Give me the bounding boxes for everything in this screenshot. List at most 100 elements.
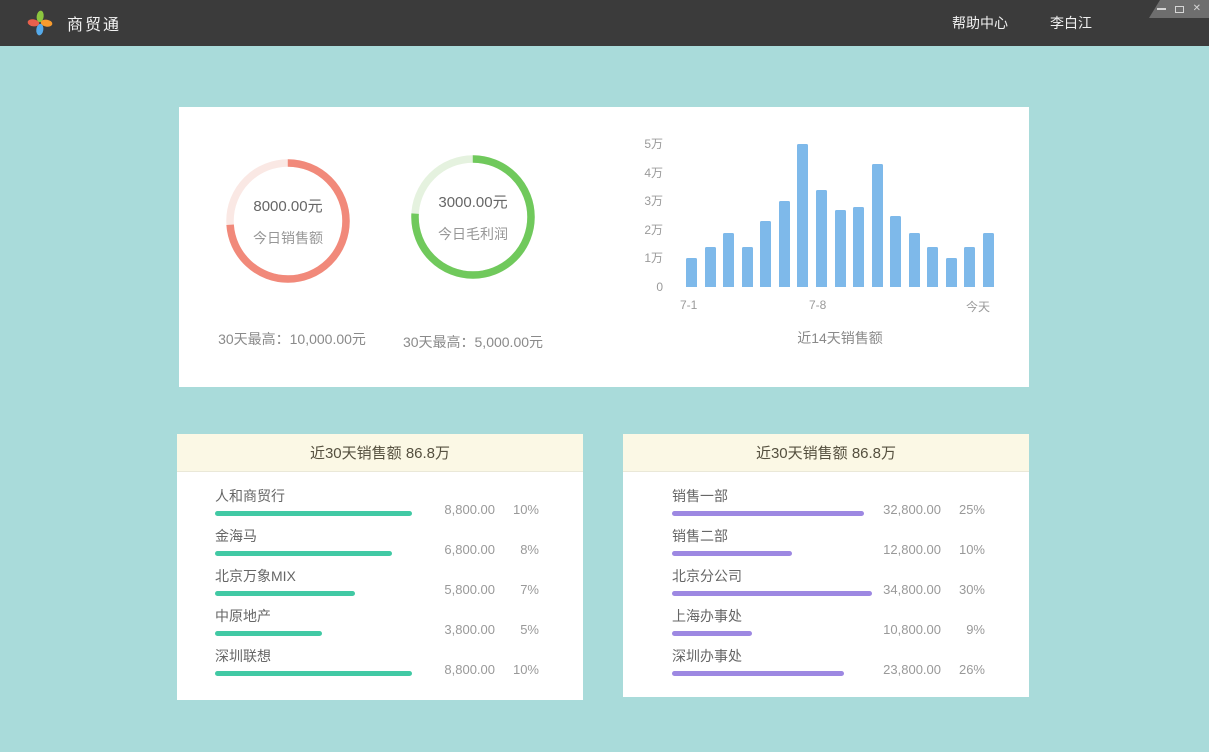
ranking-row-bar bbox=[215, 671, 412, 676]
ranking-row-name: 销售一部 bbox=[672, 488, 864, 504]
customer-ranking-rows: 人和商贸行8,800.0010%金海马6,800.008%北京万象MIX5,80… bbox=[177, 472, 583, 676]
daily-sales-bar bbox=[779, 201, 790, 287]
x-axis-label-today: 今天 bbox=[966, 298, 990, 315]
ranking-row-name: 北京分公司 bbox=[672, 568, 872, 584]
ranking-row-bar bbox=[672, 631, 752, 636]
ranking-row-amount: 10,800.00 bbox=[883, 622, 941, 637]
maximize-icon[interactable] bbox=[1175, 6, 1184, 13]
customer-ranking-title: 近30天销售额 86.8万 bbox=[177, 434, 583, 472]
app-logo-pinwheel-icon bbox=[27, 10, 53, 36]
daily-sales-bar bbox=[964, 247, 975, 287]
bar-chart-title: 近14天销售额 bbox=[686, 328, 994, 348]
ranking-row-percent: 7% bbox=[505, 582, 539, 597]
ranking-row-name: 深圳办事处 bbox=[672, 648, 844, 664]
daily-sales-bar bbox=[797, 144, 808, 287]
overview-card: 8000.00元 今日销售额 30天最高：10,000.00元 3000.00元… bbox=[179, 107, 1029, 387]
ranking-row-name: 深圳联想 bbox=[215, 648, 412, 664]
department-ranking-title: 近30天销售额 86.8万 bbox=[623, 434, 1029, 472]
daily-sales-bar bbox=[705, 247, 716, 287]
ranking-row-percent: 9% bbox=[951, 622, 985, 637]
ranking-row-percent: 30% bbox=[951, 582, 985, 597]
today-sales-value: 8000.00元 bbox=[253, 195, 322, 216]
ranking-row-amount: 34,800.00 bbox=[883, 582, 941, 597]
ranking-row-amount: 12,800.00 bbox=[883, 542, 941, 557]
ranking-row-bar bbox=[672, 551, 792, 556]
ranking-row: 深圳办事处 23,800.00 26% bbox=[672, 648, 985, 676]
today-profit-donut: 3000.00元 今日毛利润 bbox=[410, 154, 536, 280]
daily-sales-bar bbox=[909, 233, 920, 287]
ranking-row-name: 中原地产 bbox=[215, 608, 322, 624]
ranking-row-percent: 10% bbox=[951, 542, 985, 557]
titlebar-menu: 帮助中心 李白江 bbox=[952, 13, 1092, 33]
today-profit-label: 今日毛利润 bbox=[438, 224, 508, 244]
ranking-row-amount: 32,800.00 bbox=[883, 502, 941, 517]
ranking-row-name: 北京万象MIX bbox=[215, 568, 355, 584]
ranking-row-bar bbox=[215, 551, 392, 556]
daily-sales-bar bbox=[723, 233, 734, 287]
department-ranking-card: 近30天销售额 86.8万 销售一部 32,800.00 25% 销售二部 12,800… bbox=[623, 434, 1029, 697]
ranking-row-bar bbox=[672, 671, 844, 676]
y-axis-tick: 5万 bbox=[644, 137, 663, 151]
ranking-row-amount: 3,800.00 bbox=[444, 622, 495, 637]
daily-sales-bar bbox=[686, 258, 697, 287]
app-title: 商贸通 bbox=[67, 11, 121, 35]
customer-ranking-card: 近30天销售额 86.8万 人和商贸行 8,800.00 10% 金海马 6,800.0… bbox=[177, 434, 583, 700]
today-sales-donut: 8000.00元 今日销售额 bbox=[225, 158, 351, 284]
ranking-row-name: 销售二部 bbox=[672, 528, 792, 544]
y-axis-tick: 1万 bbox=[644, 251, 663, 265]
ranking-row: 中原地产 3,800.00 5% bbox=[215, 608, 539, 636]
daily-sales-bar bbox=[835, 210, 846, 287]
daily-sales-bar bbox=[816, 190, 827, 287]
ranking-row-amount: 8,800.00 bbox=[444, 662, 495, 677]
close-icon[interactable]: ✕ bbox=[1193, 4, 1201, 14]
ranking-row: 销售二部 12,800.00 10% bbox=[672, 528, 985, 556]
ranking-row: 北京万象MIX 5,800.00 7% bbox=[215, 568, 539, 596]
help-center-link[interactable]: 帮助中心 bbox=[952, 13, 1008, 33]
daily-sales-bar bbox=[853, 207, 864, 287]
titlebar: 商贸通 帮助中心 李白江 ✕ bbox=[0, 0, 1209, 46]
ranking-row: 深圳联想 8,800.00 10% bbox=[215, 648, 539, 676]
ranking-row-bar bbox=[215, 511, 412, 516]
ranking-row-amount: 8,800.00 bbox=[444, 502, 495, 517]
daily-sales-bar bbox=[872, 164, 883, 287]
ranking-row-name: 上海办事处 bbox=[672, 608, 752, 624]
ranking-row-percent: 5% bbox=[505, 622, 539, 637]
ranking-row-bar bbox=[672, 591, 872, 596]
ranking-row-amount: 6,800.00 bbox=[444, 542, 495, 557]
y-axis-tick: 4万 bbox=[644, 166, 663, 180]
sales-14d-bar-chart bbox=[686, 137, 994, 287]
ranking-row-amount: 23,800.00 bbox=[883, 662, 941, 677]
daily-sales-bar bbox=[890, 216, 901, 287]
ranking-row-percent: 10% bbox=[505, 662, 539, 677]
ranking-row: 北京分公司 34,800.00 30% bbox=[672, 568, 985, 596]
today-profit-30d-max: 30天最高：5,000.00元 bbox=[363, 332, 583, 352]
x-axis-label-start: 7-1 bbox=[680, 298, 697, 312]
x-axis-label-mid: 7-8 bbox=[809, 298, 826, 312]
department-ranking-rows: 销售一部 32,800.00 25% 销售二部 12,800.00 10% 北京分公司 34,… bbox=[623, 472, 1029, 676]
ranking-row-name: 人和商贸行 bbox=[215, 488, 412, 504]
ranking-row: 人和商贸行 8,800.00 10% bbox=[215, 488, 539, 516]
y-axis-tick: 0 bbox=[656, 280, 663, 294]
current-user-link[interactable]: 李白江 bbox=[1050, 13, 1092, 33]
ranking-row-bar bbox=[215, 591, 355, 596]
today-profit-value: 3000.00元 bbox=[438, 191, 507, 212]
y-axis-tick: 2万 bbox=[644, 223, 663, 237]
ranking-row-percent: 26% bbox=[951, 662, 985, 677]
minimize-icon[interactable] bbox=[1157, 8, 1166, 10]
today-sales-label: 今日销售额 bbox=[253, 228, 323, 248]
daily-sales-bar bbox=[742, 247, 753, 287]
ranking-row-amount: 5,800.00 bbox=[444, 582, 495, 597]
ranking-row-bar bbox=[672, 511, 864, 516]
ranking-row-percent: 25% bbox=[951, 502, 985, 517]
daily-sales-bar bbox=[760, 221, 771, 287]
ranking-row: 上海办事处 10,800.00 9% bbox=[672, 608, 985, 636]
ranking-row-percent: 10% bbox=[505, 502, 539, 517]
y-axis-tick: 3万 bbox=[644, 194, 663, 208]
ranking-row-name: 金海马 bbox=[215, 528, 392, 544]
ranking-row-bar bbox=[215, 631, 322, 636]
daily-sales-bar bbox=[946, 258, 957, 287]
daily-sales-bar bbox=[927, 247, 938, 287]
ranking-row: 销售一部 32,800.00 25% bbox=[672, 488, 985, 516]
bar-chart-y-axis: 01万2万3万4万5万 bbox=[619, 137, 663, 287]
desktop-background: 8000.00元 今日销售额 30天最高：10,000.00元 3000.00元… bbox=[0, 46, 1209, 752]
